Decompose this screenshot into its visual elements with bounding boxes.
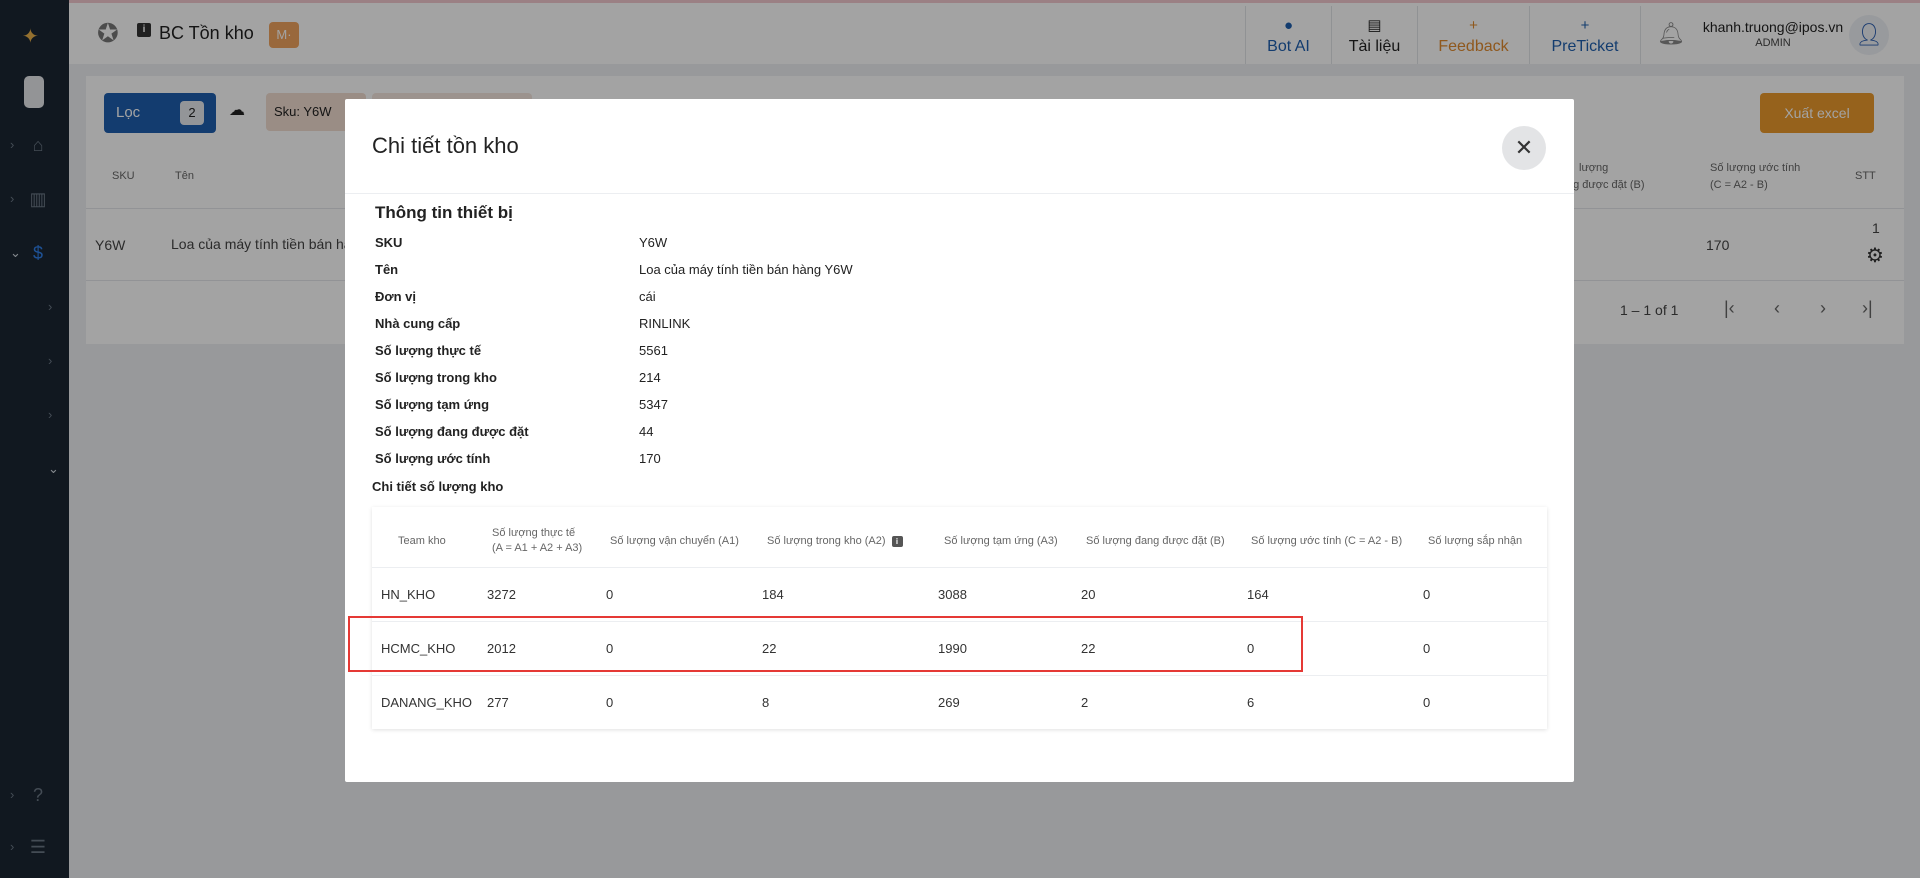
info-label: Số lượng trong kho <box>375 370 497 385</box>
info-value: 214 <box>639 370 661 385</box>
col-header: Số lượng ước tính (C = A2 - B) <box>1251 534 1403 547</box>
col-header: Số lượng thực tế (A = A1 + A2 + A3) <box>492 527 583 554</box>
col-header: Số lượng tạm ứng (A3) <box>944 534 1058 547</box>
info-value: 170 <box>639 451 661 466</box>
col-header: Số lượng trong kho (A2) i <box>767 517 927 565</box>
close-icon: ✕ <box>1514 135 1534 160</box>
info-label: Số lượng thực tế <box>375 343 482 358</box>
info-value: Loa của máy tính tiền bán hàng Y6W <box>639 262 853 277</box>
table-row[interactable]: HN_KHO 3272 0 184 3088 20 164 0 <box>372 567 1547 621</box>
close-button[interactable]: ✕ <box>1502 126 1546 170</box>
inventory-detail-dialog: Chi tiết tồn kho ✕ Thông tin thiết bị SK… <box>345 99 1574 782</box>
subsection-title: Chi tiết số lượng kho <box>372 479 504 494</box>
row-highlight-box <box>348 616 1303 672</box>
info-label: SKU <box>375 235 403 250</box>
info-label: Số lượng đang được đặt <box>375 424 529 439</box>
info-value: cái <box>639 289 656 304</box>
col-header: Số lượng sắp nhận <box>1428 534 1523 547</box>
col-header: Số lượng vận chuyển (A1) <box>610 534 739 547</box>
info-label: Số lượng tạm ứng <box>375 397 490 412</box>
info-label: Đơn vị <box>375 289 417 304</box>
info-icon[interactable]: i <box>891 535 903 547</box>
info-label: Tên <box>375 262 399 277</box>
info-value: 44 <box>639 424 654 439</box>
table-row[interactable]: DANANG_KHO 277 0 8 269 2 6 0 <box>372 675 1547 729</box>
info-value: RINLINK <box>639 316 691 331</box>
col-header: Số lượng đang được đặt (B) <box>1086 534 1225 547</box>
info-value: 5347 <box>639 397 668 412</box>
col-header: Team kho <box>398 534 446 547</box>
info-label: Nhà cung cấp <box>375 316 461 331</box>
info-value: Y6W <box>639 235 668 250</box>
section-title: Thông tin thiết bị <box>375 203 513 222</box>
info-value: 5561 <box>639 343 668 358</box>
dialog-title: Chi tiết tồn kho <box>372 133 519 158</box>
info-label: Số lượng ước tính <box>375 451 491 466</box>
